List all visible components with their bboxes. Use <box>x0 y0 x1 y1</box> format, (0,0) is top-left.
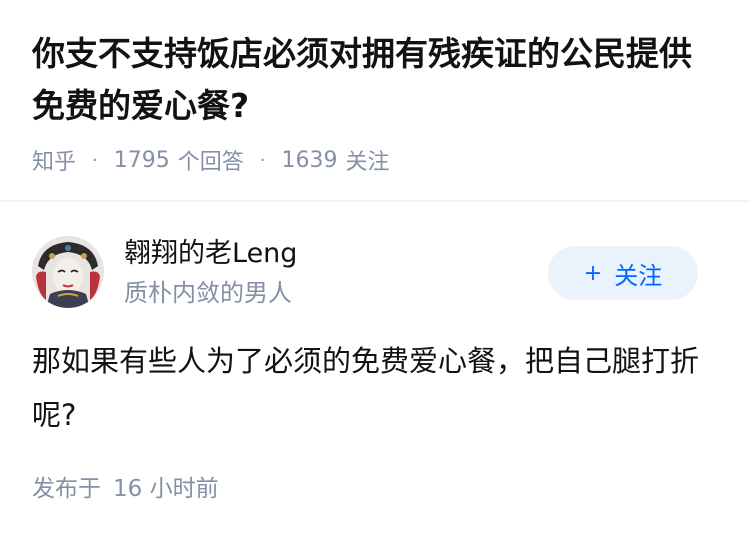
answer-content[interactable]: 那如果有些人为了必须的免费爱心餐，把自己腿打折呢? <box>32 334 722 442</box>
answer-count-label: 个回答 <box>177 150 244 175</box>
avatar[interactable] <box>32 236 104 308</box>
separator-dot: · <box>92 149 98 171</box>
source-label[interactable]: 知乎 <box>32 144 76 176</box>
author-name[interactable]: 翱翔的老Leng <box>124 236 297 272</box>
follow-count: 1639 <box>281 147 338 173</box>
time-value: 16 小时前 <box>113 476 219 502</box>
question-meta: 知乎 · 1795 个回答 · 1639 关注 <box>32 142 390 178</box>
follow-button-label: 关注 <box>614 261 663 290</box>
separator-dot: · <box>259 149 266 171</box>
time-prefix: 发布于 <box>32 476 101 502</box>
plus-icon: + <box>583 260 603 286</box>
follow-button[interactable]: + 关注 <box>548 246 698 300</box>
answer-count: 1795 <box>113 147 170 173</box>
follow-count-label: 关注 <box>345 150 390 175</box>
question-title[interactable]: 你支不支持饭店必须对拥有残疾证的公民提供免费的爱心餐? <box>32 28 722 132</box>
avatar-image <box>32 236 104 308</box>
divider <box>0 200 750 202</box>
author-bio: 质朴内敛的男人 <box>124 279 292 307</box>
answer-time: 发布于 16 小时前 <box>32 466 219 506</box>
